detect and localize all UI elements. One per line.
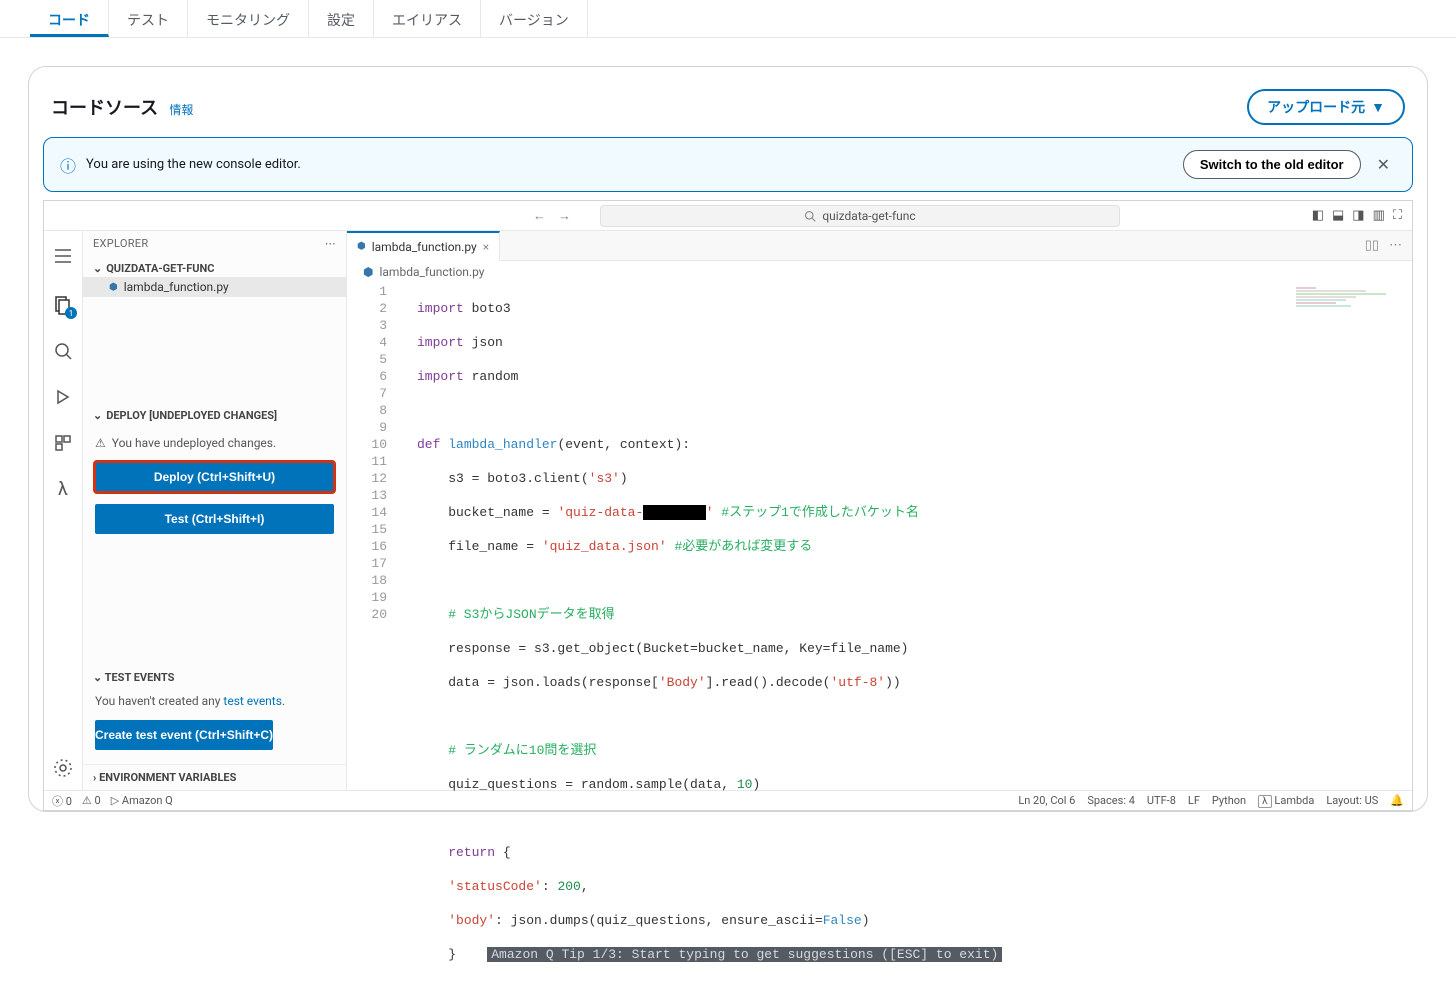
amazon-q-status[interactable]: ▷ Amazon Q [111,794,173,807]
search-activity-icon[interactable] [51,339,75,363]
tab-monitoring[interactable]: モニタリング [188,0,309,37]
editor-top-bar: ← → quizdata-get-func ◧ ⬓ ◨ ▥ ⛶ [44,201,1412,231]
activity-bar: 1 λ [44,231,82,790]
python-file-icon: ⬢ [109,282,118,293]
gear-icon[interactable] [51,756,75,780]
panel-left-icon[interactable]: ◧ [1312,208,1324,223]
create-test-event-button[interactable]: Create test event (Ctrl+Shift+C) [95,720,273,750]
top-tab-bar: コード テスト モニタリング 設定 エイリアス バージョン [0,0,1456,38]
editor-tabs: ⬢ lambda_function.py × ▯▯ ⋯ [347,231,1412,261]
test-button[interactable]: Test (Ctrl+Shift+I) [95,504,334,534]
panel-title: コードソース [51,98,158,119]
ide-container: ← → quizdata-get-func ◧ ⬓ ◨ ▥ ⛶ [43,200,1413,811]
explorer-header: EXPLORER ⋯ [83,231,346,256]
caret-down-icon: ▼ [1371,99,1385,115]
python-file-icon: ⬢ [363,265,373,279]
banner-text: You are using the new console editor. [86,157,1173,172]
chevron-right-icon: › [93,771,96,784]
upload-from-button[interactable]: アップロード元 ▼ [1247,89,1405,125]
extensions-icon[interactable] [51,431,75,455]
chevron-down-icon: ⌄ [93,262,102,275]
chevron-down-icon: ⌄ [93,409,102,422]
tab-aliases[interactable]: エイリアス [374,0,481,37]
undeployed-warning: ⚠ You have undeployed changes. [83,430,346,456]
close-icon[interactable]: ✕ [1371,155,1396,174]
panel-right-icon[interactable]: ◨ [1352,208,1364,223]
panel-header: コードソース 情報 アップロード元 ▼ [29,67,1427,137]
tab-action-icons: ▯▯ ⋯ [1365,238,1412,253]
code-editor-area: ⬢ lambda_function.py × ▯▯ ⋯ ⬢ lambda_fun… [347,231,1412,790]
warnings-indicator[interactable]: ⚠ 0 [82,794,101,807]
amazon-q-tip: Amazon Q Tip 1/3: Start typing to get su… [487,947,1002,962]
menu-icon[interactable] [44,241,82,271]
run-debug-icon[interactable] [51,385,75,409]
changes-badge: 1 [65,307,77,319]
errors-indicator[interactable]: ⓧ 0 [52,793,72,809]
line-numbers: 1234567891011121314151617181920 [347,283,401,997]
python-file-icon: ⬢ [357,241,366,252]
code-content[interactable]: 1234567891011121314151617181920 import b… [347,283,1412,997]
code-lines[interactable]: import boto3 import json import random d… [401,283,1412,997]
test-events-section: ⌄ TEST EVENTS You haven't created any te… [83,659,346,764]
project-section: ⌄ QUIZDATA-GET-FUNC ⬢ lambda_function.py [83,256,346,301]
nav-arrows: ← → [512,208,592,224]
fullscreen-icon[interactable]: ⛶ [1393,208,1402,223]
tab-settings[interactable]: 設定 [309,0,374,37]
more-icon[interactable]: ⋯ [1389,238,1402,253]
split-editor-icon[interactable]: ▯▯ [1365,238,1379,253]
switch-old-editor-button[interactable]: Switch to the old editor [1183,150,1361,179]
layout-grid-icon[interactable]: ▥ [1373,208,1385,223]
explorer-icon[interactable]: 1 [51,293,75,317]
panel-bottom-icon[interactable]: ⬓ [1332,208,1344,223]
breadcrumb-search[interactable]: quizdata-get-func [600,205,1120,227]
editor-tab-active[interactable]: ⬢ lambda_function.py × [347,231,500,261]
code-source-panel: コードソース 情報 アップロード元 ▼ ⓘ You are using the … [28,66,1428,812]
info-icon: ⓘ [60,153,76,177]
layout-controls: ◧ ⬓ ◨ ▥ ⛶ [1312,208,1412,223]
tab-versions[interactable]: バージョン [481,0,588,37]
file-item[interactable]: ⬢ lambda_function.py [83,277,346,297]
tab-test[interactable]: テスト [109,0,188,37]
close-icon[interactable]: × [483,240,489,254]
breadcrumb-path[interactable]: ⬢ lambda_function.py [347,261,1412,283]
warning-icon: ⚠ [95,436,106,450]
info-link[interactable]: 情報 [169,103,193,117]
lambda-icon[interactable]: λ [51,477,75,501]
no-test-events-text: You haven't created any test events. [83,688,346,714]
chevron-down-icon: ⌄ [93,671,102,684]
editor-body: 1 λ EXPLORER ⋯ [44,231,1412,790]
search-icon [804,210,816,222]
arrow-right-icon[interactable]: → [558,208,571,224]
more-icon[interactable]: ⋯ [325,237,336,250]
arrow-left-icon[interactable]: ← [533,208,546,224]
explorer-title: EXPLORER [93,237,148,250]
explorer-sidebar: EXPLORER ⋯ ⌄ QUIZDATA-GET-FUNC ⬢ lambda_… [82,231,347,790]
test-events-title[interactable]: ⌄ TEST EVENTS [83,667,346,688]
deploy-button[interactable]: Deploy (Ctrl+Shift+U) [95,462,334,492]
tab-code[interactable]: コード [30,0,109,37]
new-editor-banner: ⓘ You are using the new console editor. … [43,137,1413,192]
project-name[interactable]: ⌄ QUIZDATA-GET-FUNC [83,260,346,277]
env-variables-section[interactable]: › ENVIRONMENT VARIABLES [83,764,346,790]
test-events-link[interactable]: test events [223,694,282,708]
deploy-section-title[interactable]: ⌄ DEPLOY [UNDEPLOYED CHANGES] [83,401,346,430]
